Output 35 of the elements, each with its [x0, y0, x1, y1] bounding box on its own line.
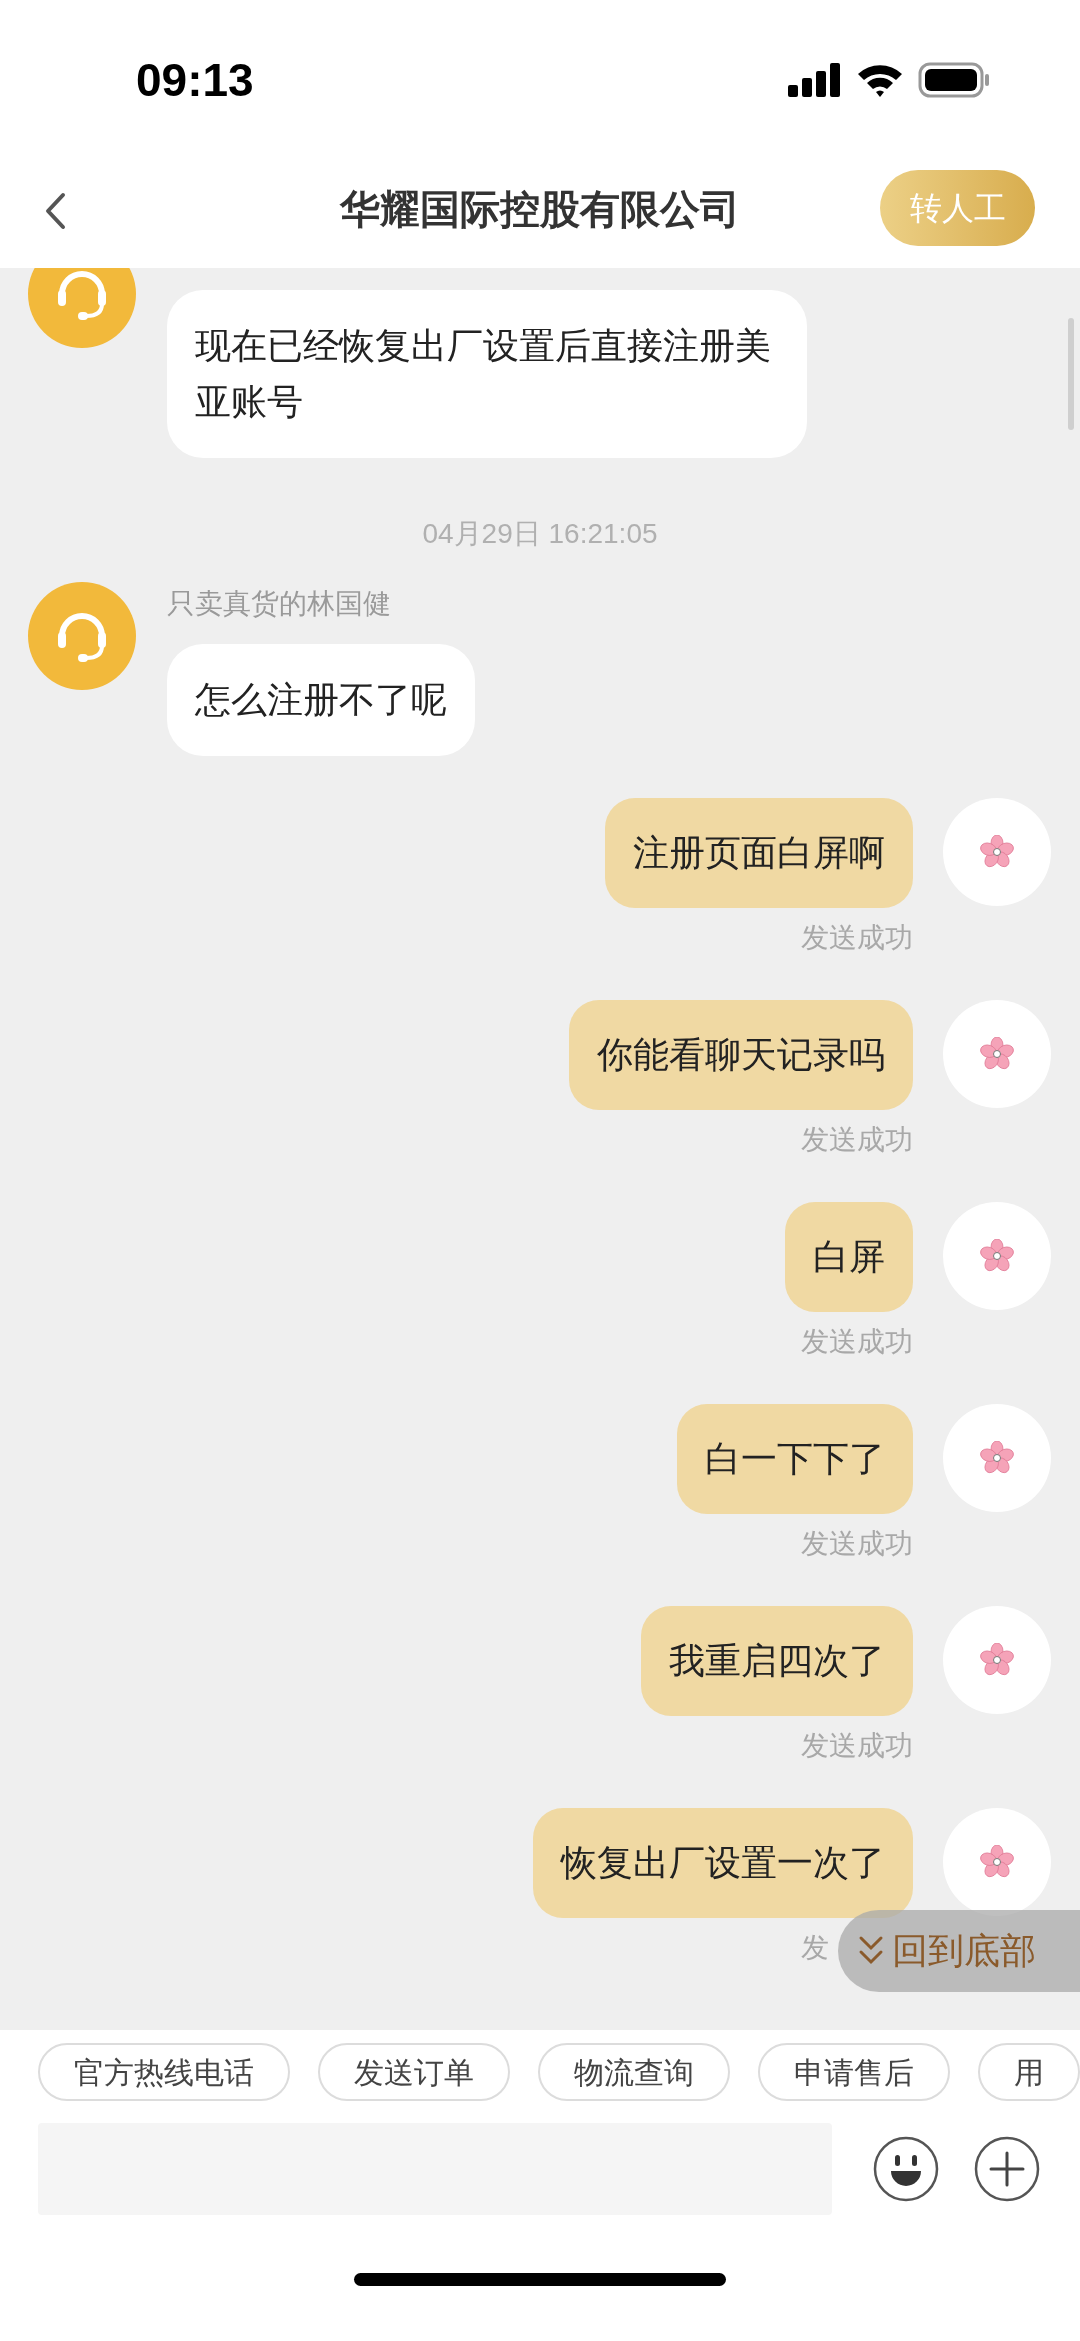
flower-icon: [980, 835, 1014, 869]
message-bubble: 怎么注册不了呢: [167, 644, 475, 756]
quick-reply-chip[interactable]: 发送订单: [318, 2043, 510, 2101]
status-time: 09:13: [136, 52, 254, 108]
plus-icon[interactable]: [974, 2136, 1040, 2202]
send-status: 发送成功: [801, 1729, 913, 1763]
message-bubble: 注册页面白屏啊: [605, 798, 913, 908]
back-icon[interactable]: [44, 192, 66, 230]
message-bubble: 白屏: [785, 1202, 913, 1312]
quick-reply-chip[interactable]: 申请售后: [758, 2043, 950, 2101]
flower-icon: [980, 1845, 1014, 1879]
send-status: 发送成功: [801, 1527, 913, 1561]
quick-reply-chip[interactable]: 物流查询: [538, 2043, 730, 2101]
message-bubble: 我重启四次了: [641, 1606, 913, 1716]
message-bubble: 恢复出厂设置一次了: [533, 1808, 913, 1918]
flower-icon: [980, 1239, 1014, 1273]
flower-icon: [980, 1643, 1014, 1677]
send-status: 发送成功: [801, 1123, 913, 1157]
flower-icon: [980, 1037, 1014, 1071]
message-bubble: 白一下下了: [677, 1404, 913, 1514]
signal-icon: [788, 63, 842, 97]
battery-icon: [918, 62, 990, 98]
quick-reply-chip[interactable]: 用: [978, 2043, 1080, 2101]
sender-name: 只卖真货的林国健: [167, 587, 391, 621]
wifi-icon: [856, 63, 904, 97]
send-status: 发: [801, 1931, 829, 1965]
message-bubble: 你能看聊天记录吗: [569, 1000, 913, 1110]
flower-icon: [980, 1441, 1014, 1475]
message-bubble: 现在已经恢复出厂设置后直接注册美亚账号: [167, 290, 807, 458]
quick-reply-chip[interactable]: 官方热线电话: [38, 2043, 290, 2101]
chat-title: 华耀国际控股有限公司: [340, 186, 740, 233]
send-status: 发送成功: [801, 921, 913, 955]
timestamp: 04月29日 16:21:05: [422, 517, 658, 551]
send-status: 发送成功: [801, 1325, 913, 1359]
smiley-icon[interactable]: [873, 2136, 939, 2202]
